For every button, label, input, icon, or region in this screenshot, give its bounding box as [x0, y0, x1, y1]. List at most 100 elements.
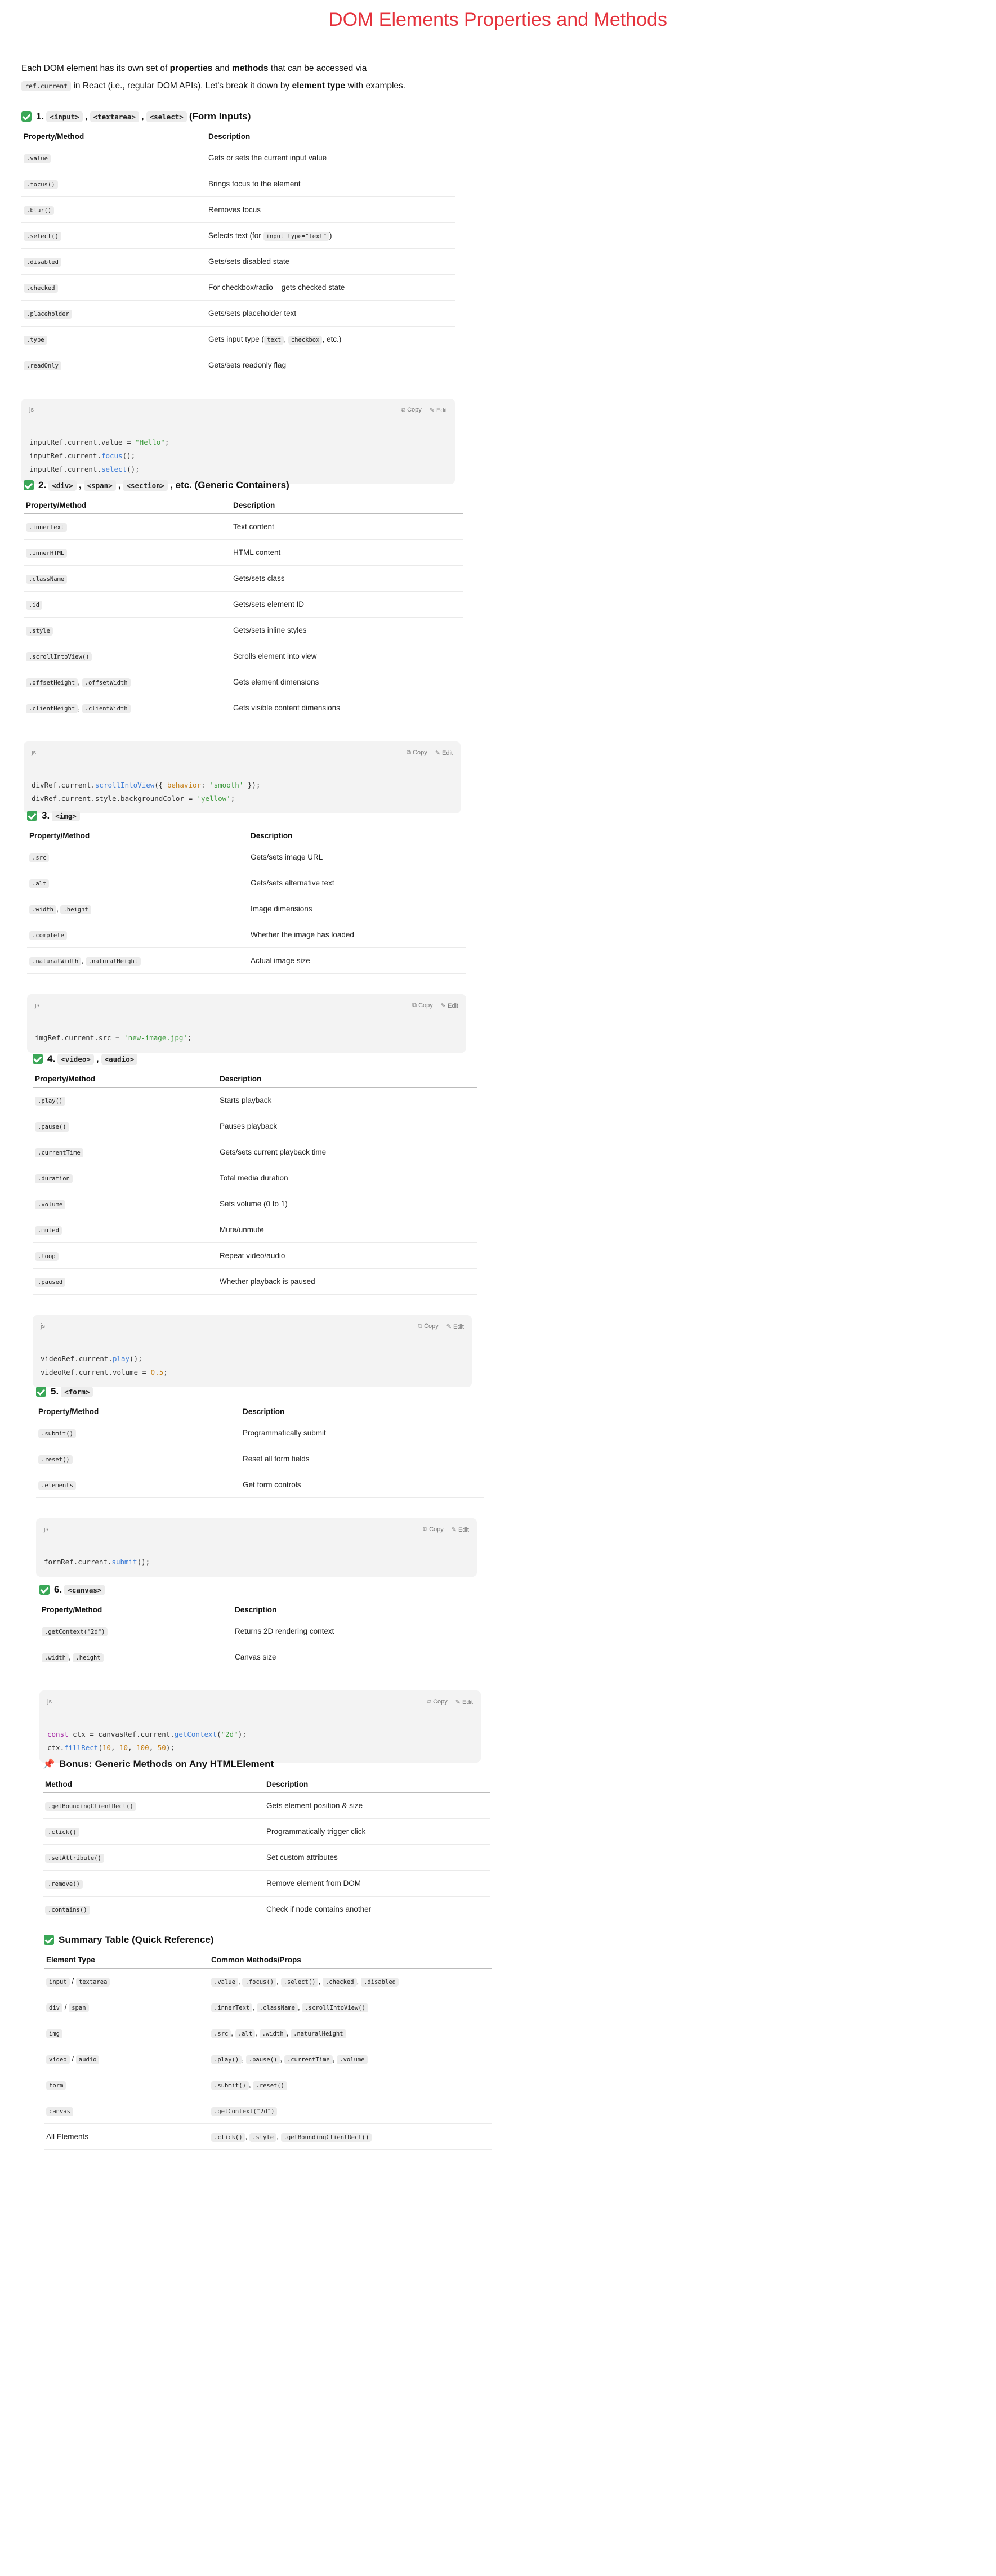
code-line: const ctx = canvasRef.current.getContext…	[47, 1730, 247, 1738]
code-block-header: js ⧉ Copy ✎ Edit	[32, 749, 453, 765]
section-title: 📌 Bonus: Generic Methods on Any HTMLEleme…	[43, 1759, 274, 1769]
copy-button[interactable]: ⧉ Copy	[418, 1323, 439, 1339]
code-language-label: js	[47, 1698, 52, 1705]
table-row: .duration Total media duration	[33, 1165, 477, 1191]
property-cell: .width, .height	[39, 1644, 233, 1670]
table-row: .alt Gets/sets alternative text	[27, 870, 466, 896]
description-cell: Sets volume (0 to 1)	[217, 1191, 477, 1217]
page-title: DOM Elements Properties and Methods	[329, 9, 667, 30]
table-header-row: Property/Method Description	[36, 1405, 484, 1420]
description-cell: Gets/sets readonly flag	[206, 352, 455, 378]
code-block-header: js ⧉ Copy ✎ Edit	[41, 1323, 464, 1339]
inline-code: .src	[211, 2029, 231, 2038]
table-row: .contains() Check if node contains anothe…	[43, 1896, 490, 1922]
table-row: .offsetHeight, .offsetWidth Gets element …	[24, 669, 463, 695]
table-row: .focus() Brings focus to the element	[21, 171, 455, 197]
edit-button[interactable]: ✎ Edit	[446, 1323, 464, 1339]
table-row: .innerHTML HTML content	[24, 539, 463, 566]
inline-code: .submit()	[211, 2081, 249, 2090]
copy-button[interactable]: ⧉ Copy	[423, 1526, 444, 1542]
table-row: div / span .innerText, .className, .scrol…	[44, 1994, 492, 2020]
code-block: js ⧉ Copy ✎ Edit imgRef.current.src = 'new-…	[27, 994, 466, 1053]
inline-code: .naturalWidth	[29, 957, 82, 966]
inline-code: <canvas>	[64, 1584, 105, 1595]
inline-code: .id	[26, 601, 42, 610]
property-cell: .id	[24, 591, 231, 618]
column-header: Property/Method	[24, 499, 231, 514]
inline-code: input type="text"	[263, 232, 330, 241]
description-cell: Text content	[231, 513, 463, 540]
copy-button[interactable]: ⧉ Copy	[407, 749, 427, 765]
inline-code: .width	[29, 905, 56, 914]
table-row: img .src, .alt, .width, .naturalHeight	[44, 2020, 492, 2046]
inline-code: .className	[26, 575, 68, 584]
inline-code: .width	[42, 1653, 69, 1662]
copy-button[interactable]: ⧉ Copy	[427, 1698, 448, 1714]
code-language-label: js	[29, 406, 34, 413]
inline-code: .disabled	[361, 1978, 399, 1987]
property-cell: .pause()	[33, 1113, 217, 1139]
inline-code: .play()	[211, 2055, 242, 2064]
check-icon	[27, 811, 37, 821]
inline-code: ref.current	[21, 81, 72, 91]
inline-code: <div>	[48, 480, 77, 491]
table-row: .checked For checkbox/radio – gets checke…	[21, 274, 455, 301]
inline-code: .style	[249, 2133, 277, 2142]
property-cell: .blur()	[21, 196, 206, 223]
description-cell: Reset all form fields	[240, 1446, 484, 1472]
property-cell: .placeholder	[21, 300, 206, 327]
description-cell: Removes focus	[206, 196, 455, 223]
copy-button[interactable]: ⧉ Copy	[412, 1002, 433, 1018]
inline-code: .currentTime	[284, 2055, 333, 2064]
table-header-row: Property/Method Description	[33, 1072, 477, 1088]
description-cell: Gets/sets class	[231, 565, 463, 592]
edit-button[interactable]: ✎ Edit	[441, 1002, 458, 1018]
inline-code: .disabled	[24, 258, 61, 267]
property-cell: canvas	[44, 2098, 209, 2124]
edit-button[interactable]: ✎ Edit	[430, 406, 447, 422]
description-cell: .src, .alt, .width, .naturalHeight	[209, 2020, 492, 2046]
edit-button[interactable]: ✎ Edit	[435, 749, 453, 765]
inline-code: .offsetWidth	[82, 678, 131, 687]
section-title: Summary Table (Quick Reference)	[44, 1932, 492, 1948]
property-cell: .duration	[33, 1165, 217, 1191]
inline-code: .blur()	[24, 206, 55, 215]
data-table: Method Description .getBoundingClientRect(…	[43, 1778, 490, 1922]
table-row: form .submit(), .reset()	[44, 2072, 492, 2098]
property-cell: .volume	[33, 1191, 217, 1217]
check-icon	[33, 1054, 43, 1064]
property-cell: .submit()	[36, 1420, 240, 1446]
edit-button[interactable]: ✎ Edit	[452, 1526, 469, 1542]
description-cell: Set custom attributes	[264, 1844, 490, 1871]
code-line: inputRef.current.focus();	[29, 451, 136, 460]
copy-button[interactable]: ⧉ Copy	[401, 406, 422, 422]
inline-code: .pause()	[35, 1122, 69, 1132]
section-s4: 4. <video>, <audio> Property/Method Descript…	[33, 1051, 477, 1387]
description-cell: .getContext("2d")	[209, 2098, 492, 2124]
inline-code: audio	[75, 2055, 100, 2064]
inline-code: img	[46, 2029, 62, 2038]
property-cell: .checked	[21, 274, 206, 301]
description-cell: For checkbox/radio – gets checked state	[206, 274, 455, 301]
description-cell: .click(), .style, .getBoundingClientRect…	[209, 2123, 492, 2150]
table-row: .submit() Programmatically submit	[36, 1420, 484, 1446]
property-cell: .alt	[27, 870, 248, 896]
column-header: Description	[231, 499, 463, 514]
inline-code: .duration	[35, 1174, 73, 1183]
edit-button[interactable]: ✎ Edit	[455, 1698, 473, 1714]
code-block: js ⧉ Copy ✎ Edit const ctx = canvasRef.curr…	[39, 1690, 481, 1763]
inline-code: .getBoundingClientRect()	[280, 2133, 372, 2142]
table-header-row: Method Description	[43, 1778, 490, 1793]
inline-code: text	[264, 336, 284, 345]
code-block: js ⧉ Copy ✎ Edit videoRef.current.play(); vi…	[33, 1315, 472, 1387]
table-row: .className Gets/sets class	[24, 565, 463, 592]
description-cell: Total media duration	[217, 1165, 477, 1191]
table-row: .style Gets/sets inline styles	[24, 617, 463, 643]
description-cell: Gets/sets inline styles	[231, 617, 463, 643]
data-table: Element Type Common Methods/Props input / …	[44, 1953, 492, 2150]
table-row: .innerText Text content	[24, 513, 463, 540]
section-s6: 6. <canvas> Property/Method Description .get…	[39, 1582, 487, 1763]
code-block-header: js ⧉ Copy ✎ Edit	[44, 1526, 469, 1542]
code-line: divRef.current.scrollIntoView({ behavior…	[32, 781, 261, 789]
section-s5: 5. <form> Property/Method Description .submi…	[36, 1384, 484, 1577]
